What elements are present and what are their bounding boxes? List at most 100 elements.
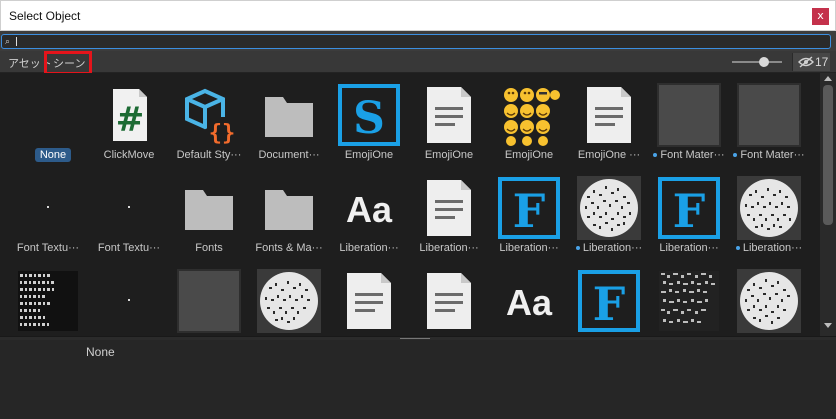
asset-item[interactable] — [249, 259, 329, 336]
asset-item[interactable]: EmojiOne — [409, 73, 489, 163]
search-field[interactable]: ⌕ — [1, 34, 831, 49]
texture-icon — [128, 299, 130, 301]
thumbnail-size-slider-handle[interactable] — [759, 57, 769, 67]
svg-text:Aa: Aa — [346, 189, 393, 230]
asset-item[interactable]: Document··· — [249, 73, 329, 163]
asset-item[interactable]: F — [569, 259, 649, 336]
folder-icon — [265, 190, 313, 230]
eye-slash-icon — [798, 56, 814, 68]
asset-item[interactable]: # ClickMove — [89, 73, 169, 163]
font-asset-icon: F — [498, 177, 560, 239]
asset-label: ClickMove — [103, 149, 155, 161]
hidden-packages-toggle[interactable]: 17 — [792, 53, 830, 71]
text-asset-icon — [587, 87, 631, 143]
asset-label: None — [35, 148, 71, 162]
font-atlas-icon — [737, 269, 801, 333]
asset-label: Font Mater··· — [649, 149, 729, 161]
scrollbar-thumb[interactable] — [823, 85, 833, 225]
scroll-up-arrow-icon[interactable] — [824, 76, 832, 81]
font-atlas-icon — [577, 176, 641, 240]
asset-item[interactable]: EmojiOne ··· — [569, 73, 649, 163]
svg-text:{}: {} — [209, 121, 236, 146]
subasset-dot — [653, 153, 658, 158]
asset-label: EmojiOne ··· — [577, 149, 641, 161]
svg-text:F: F — [593, 277, 626, 331]
asset-item[interactable]: Font Mater··· — [729, 73, 809, 163]
asset-item[interactable] — [8, 259, 88, 336]
folder-icon — [185, 190, 233, 230]
selected-object-name: None — [86, 345, 115, 359]
hidden-count: 17 — [815, 55, 829, 69]
selection-preview-panel: None — [0, 340, 836, 419]
asset-item[interactable]: Aa Liberation··· — [329, 166, 409, 256]
texture-icon — [128, 206, 130, 208]
asset-item[interactable]: S EmojiOne — [329, 73, 409, 163]
texture-icon — [47, 206, 49, 208]
thumbnail-size-slider[interactable] — [732, 61, 782, 63]
subasset-dot — [575, 246, 580, 251]
asset-item[interactable]: Font Textu··· — [89, 166, 169, 256]
asset-label: Liberation··· — [339, 242, 399, 254]
tab-scene[interactable]: シーン — [44, 51, 92, 75]
font-atlas-texture-icon — [18, 271, 78, 331]
asset-item[interactable]: Liberation··· — [569, 166, 649, 256]
asset-item[interactable] — [409, 259, 489, 336]
folder-icon — [265, 97, 313, 137]
asset-item[interactable]: Font Mater··· — [649, 73, 729, 163]
asset-label: EmojiOne — [504, 149, 554, 161]
asset-label: Fonts — [195, 242, 223, 254]
grid-scrollbar[interactable] — [820, 73, 836, 336]
asset-label: Font Mater··· — [729, 149, 809, 161]
csharp-script-icon: # — [113, 89, 147, 141]
tab-bar: アセット シーン 17 — [0, 51, 836, 75]
svg-text:#: # — [116, 100, 145, 140]
asset-item[interactable]: Fonts & Ma··· — [249, 166, 329, 256]
text-asset-icon — [347, 273, 391, 329]
material-icon — [737, 83, 801, 147]
asset-item[interactable] — [329, 259, 409, 336]
asset-label: Liberation··· — [419, 242, 479, 254]
window-title: Select Object — [9, 9, 81, 23]
asset-label: Liberation··· — [659, 242, 719, 254]
font-asset-icon: F — [658, 177, 720, 239]
text-asset-icon — [427, 273, 471, 329]
asset-label: Liberation··· — [729, 242, 809, 254]
subasset-dot — [735, 246, 740, 251]
asset-item[interactable] — [169, 259, 249, 336]
asset-label-text: Font Mater··· — [740, 149, 805, 161]
asset-label: Font Textu··· — [16, 242, 80, 254]
asset-label: Fonts & Ma··· — [255, 242, 323, 254]
material-icon — [657, 83, 721, 147]
svg-text:S: S — [353, 93, 385, 144]
asset-label: Liberation··· — [569, 242, 649, 254]
asset-item[interactable]: Aa — [489, 259, 569, 336]
asset-label-text: Liberation··· — [582, 242, 643, 254]
asset-item[interactable]: F Liberation··· — [489, 166, 569, 256]
asset-item[interactable]: Liberation··· — [729, 166, 809, 256]
svg-text:F: F — [673, 184, 706, 238]
font-atlas-icon — [257, 269, 321, 333]
search-icon: ⌕ — [5, 36, 11, 46]
text-asset-icon — [427, 87, 471, 143]
subasset-dot — [733, 153, 738, 158]
font-icon: Aa — [506, 282, 553, 323]
asset-item[interactable] — [729, 259, 809, 336]
asset-label-text: Liberation··· — [742, 242, 803, 254]
asset-label: Font Textu··· — [97, 242, 161, 254]
scroll-down-arrow-icon[interactable] — [824, 323, 832, 328]
asset-item[interactable]: {} Default Sty··· — [169, 73, 249, 163]
asset-item[interactable]: Fonts — [169, 166, 249, 256]
asset-item[interactable]: EmojiOne — [489, 73, 569, 163]
asset-label: Document··· — [258, 149, 320, 161]
asset-label: Liberation··· — [499, 242, 559, 254]
text-caret — [16, 37, 17, 46]
asset-item[interactable] — [89, 259, 169, 336]
asset-item-none[interactable]: None — [8, 73, 88, 163]
asset-item[interactable]: F Liberation··· — [649, 166, 729, 256]
svg-text:F: F — [513, 184, 546, 238]
close-button[interactable]: x — [812, 8, 829, 25]
asset-item[interactable] — [649, 259, 729, 336]
asset-item[interactable]: Font Textu··· — [8, 166, 88, 256]
asset-item[interactable]: Liberation··· — [409, 166, 489, 256]
asset-label: EmojiOne — [344, 149, 394, 161]
